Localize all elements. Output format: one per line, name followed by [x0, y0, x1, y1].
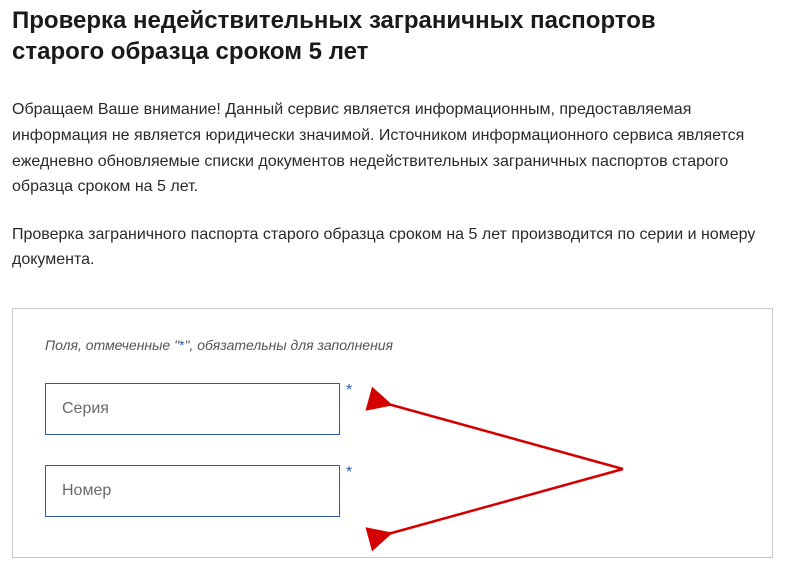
- series-row: *: [45, 383, 740, 435]
- notice-paragraph: Обращаем Ваше внимание! Данный сервис яв…: [12, 97, 773, 199]
- required-note-prefix: Поля, отмеченные ": [45, 337, 179, 353]
- number-row: *: [45, 465, 740, 517]
- required-note-suffix: ", обязательны для заполнения: [185, 337, 394, 353]
- form-container: Поля, отмеченные " * ", обязательны для за…: [12, 308, 773, 558]
- series-input[interactable]: [45, 383, 340, 435]
- page-title: Проверка недействительных заграничных па…: [12, 5, 773, 67]
- required-note: Поля, отмеченные "*", обязательны для за…: [45, 337, 740, 353]
- series-required-mark: *: [346, 383, 352, 399]
- instruction-paragraph: Проверка заграничного паспорта старого о…: [12, 222, 773, 273]
- number-input[interactable]: [45, 465, 340, 517]
- number-required-mark: *: [346, 465, 352, 481]
